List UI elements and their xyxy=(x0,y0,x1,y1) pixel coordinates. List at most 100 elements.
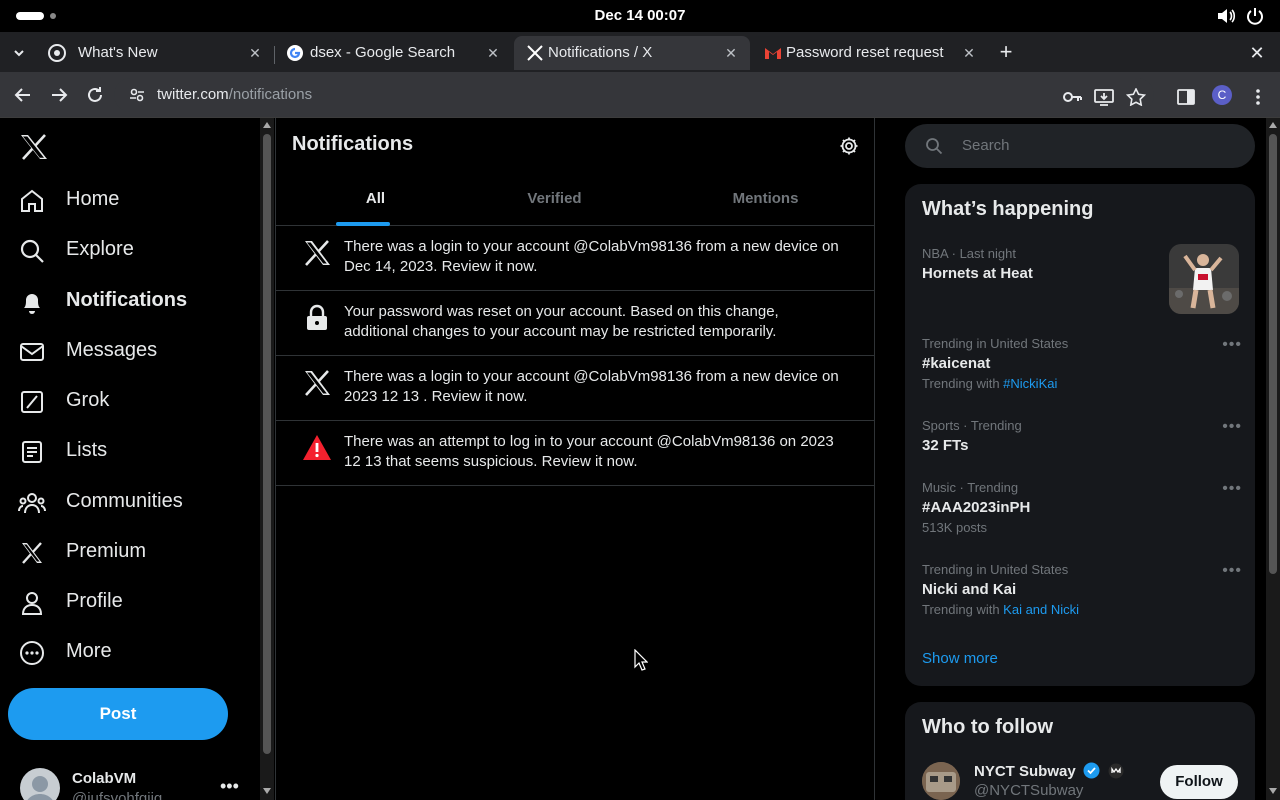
nav-item-grok[interactable]: Grok xyxy=(18,382,248,422)
suggestion-name-text: NYCT Subway xyxy=(974,763,1076,780)
notifications-column: Notifications All Verified Mentions Ther… xyxy=(275,118,875,800)
trend-link[interactable]: #NickiKai xyxy=(1003,376,1057,391)
trend-more-icon[interactable]: ••• xyxy=(1222,418,1242,436)
scrollbar-thumb[interactable] xyxy=(263,134,271,754)
os-top-bar: Dec 14 00:07 xyxy=(0,0,1280,32)
tab-title: dsex - Google Search xyxy=(310,44,456,61)
trend-sub-prefix: Trending with xyxy=(922,376,1004,391)
trend-meta: Trending in United States xyxy=(922,336,1069,351)
password-key-icon[interactable] xyxy=(1062,88,1082,106)
trend-title: 32 FTs xyxy=(922,437,969,454)
os-clock[interactable]: Dec 14 00:07 xyxy=(0,7,1280,24)
nav-item-profile[interactable]: Profile xyxy=(18,583,248,623)
power-icon[interactable] xyxy=(1246,7,1264,25)
browser-tab-whats-new[interactable]: What's New ✕ xyxy=(36,36,272,70)
browser-profile-avatar[interactable]: C xyxy=(1212,85,1232,105)
default-avatar-icon xyxy=(27,776,53,800)
gear-icon[interactable] xyxy=(839,136,859,156)
trend-thumbnail[interactable] xyxy=(1169,244,1239,314)
tab-all[interactable]: All xyxy=(276,176,475,226)
trend-link[interactable]: Kai and Nicki xyxy=(1003,602,1079,617)
trend-title: #kaicenat xyxy=(922,355,991,372)
window-close-icon[interactable]: ✕ xyxy=(1246,42,1268,64)
notification-item[interactable]: There was an attempt to log in to your a… xyxy=(276,421,874,486)
install-app-icon[interactable] xyxy=(1094,88,1114,106)
notification-item[interactable]: Your password was reset on your account.… xyxy=(276,291,874,356)
trend-item[interactable]: Trending in United States Nicki and Kai … xyxy=(922,562,1242,617)
trend-more-icon[interactable]: ••• xyxy=(1222,562,1242,580)
site-info-icon[interactable] xyxy=(128,86,146,104)
browser-tab-google-search[interactable]: dsex - Google Search ✕ xyxy=(274,36,510,70)
side-panel-icon[interactable] xyxy=(1176,88,1196,106)
nav-item-more[interactable]: More xyxy=(18,633,248,673)
bell-icon xyxy=(24,294,40,314)
close-tab-icon[interactable]: ✕ xyxy=(722,44,740,62)
bookmark-star-icon[interactable] xyxy=(1126,88,1146,106)
left-scrollbar[interactable] xyxy=(260,118,274,800)
x-icon xyxy=(305,240,330,266)
nav-label: Communities xyxy=(66,490,183,512)
trend-item[interactable]: Sports · Trending 32 FTs ••• xyxy=(922,418,1242,454)
back-icon[interactable] xyxy=(12,84,34,106)
avatar xyxy=(922,762,960,800)
tab-label: Mentions xyxy=(732,190,799,207)
trend-meta: Trending in United States xyxy=(922,562,1069,577)
search-placeholder: Search xyxy=(962,137,1010,154)
post-button[interactable]: Post xyxy=(8,688,228,740)
x-icon xyxy=(22,542,42,564)
left-navigation: Home Explore Notifications Messages Grok… xyxy=(0,118,260,800)
trend-item[interactable]: Trending in United States #kaicenat Tren… xyxy=(922,336,1242,391)
search-input[interactable]: Search xyxy=(905,124,1255,168)
browser-tab-notifications[interactable]: Notifications / X ✕ xyxy=(514,36,750,70)
follow-suggestion[interactable]: NYCT Subway @NYCTSubway Follow xyxy=(922,762,1242,800)
scroll-down-icon[interactable] xyxy=(263,788,271,794)
scroll-up-icon[interactable] xyxy=(263,122,271,128)
nav-label: Lists xyxy=(66,439,108,461)
right-scrollbar[interactable] xyxy=(1266,118,1280,800)
tab-verified[interactable]: Verified xyxy=(455,176,654,226)
show-more-link[interactable]: Show more xyxy=(922,650,998,667)
suggestion-handle: @NYCTSubway xyxy=(974,782,1084,799)
volume-icon[interactable] xyxy=(1216,7,1236,25)
account-more-icon[interactable]: ••• xyxy=(220,776,239,797)
nav-item-lists[interactable]: Lists xyxy=(18,432,248,472)
close-tab-icon[interactable]: ✕ xyxy=(246,44,264,62)
tab-mentions[interactable]: Mentions xyxy=(666,176,865,226)
trend-more-icon[interactable]: ••• xyxy=(1222,336,1242,354)
trend-sub-prefix: Trending with xyxy=(922,602,1004,617)
nav-item-communities[interactable]: Communities xyxy=(18,483,248,523)
scrollbar-thumb[interactable] xyxy=(1269,134,1277,574)
basketball-photo-icon xyxy=(1169,244,1239,314)
close-tab-icon[interactable]: ✕ xyxy=(960,44,978,62)
trend-meta: Music · Trending xyxy=(922,480,1019,495)
notification-item[interactable]: There was a login to your account @Colab… xyxy=(276,356,874,421)
browser-menu-icon[interactable] xyxy=(1248,88,1268,106)
nav-item-home[interactable]: Home xyxy=(18,181,248,221)
nav-label: Grok xyxy=(66,389,110,411)
address-bar[interactable]: twitter.com/notifications xyxy=(114,78,1154,112)
tab-search-dropdown-icon[interactable] xyxy=(8,42,30,64)
scroll-up-icon[interactable] xyxy=(1269,122,1277,128)
gmail-icon xyxy=(765,48,781,59)
reload-icon[interactable] xyxy=(84,84,106,106)
trend-item[interactable]: Music · Trending #AAA2023inPH 513K posts… xyxy=(922,480,1242,535)
nav-item-messages[interactable]: Messages xyxy=(18,332,248,372)
alert-icon xyxy=(303,435,331,460)
trend-more-icon[interactable]: ••• xyxy=(1222,480,1242,498)
notification-item[interactable]: There was a login to your account @Colab… xyxy=(276,226,874,291)
close-tab-icon[interactable]: ✕ xyxy=(484,44,502,62)
account-switcher[interactable]: ColabVM @iufsvohfqiiq ••• xyxy=(20,768,250,800)
nav-item-notifications[interactable]: Notifications xyxy=(18,282,248,322)
follow-button[interactable]: Follow xyxy=(1160,765,1238,799)
scroll-down-icon[interactable] xyxy=(1269,788,1277,794)
nav-item-explore[interactable]: Explore xyxy=(18,231,248,271)
new-tab-icon[interactable]: + xyxy=(995,41,1017,64)
x-logo-icon[interactable] xyxy=(20,134,48,160)
nav-item-premium[interactable]: Premium xyxy=(18,533,248,573)
browser-toolbar: twitter.com/notifications xyxy=(0,72,1280,118)
grok-icon xyxy=(21,391,43,413)
trend-title: Nicki and Kai xyxy=(922,581,1017,598)
forward-icon[interactable] xyxy=(48,84,70,106)
avatar xyxy=(20,768,60,800)
browser-tab-password-reset[interactable]: Password reset request ✕ xyxy=(752,36,988,70)
